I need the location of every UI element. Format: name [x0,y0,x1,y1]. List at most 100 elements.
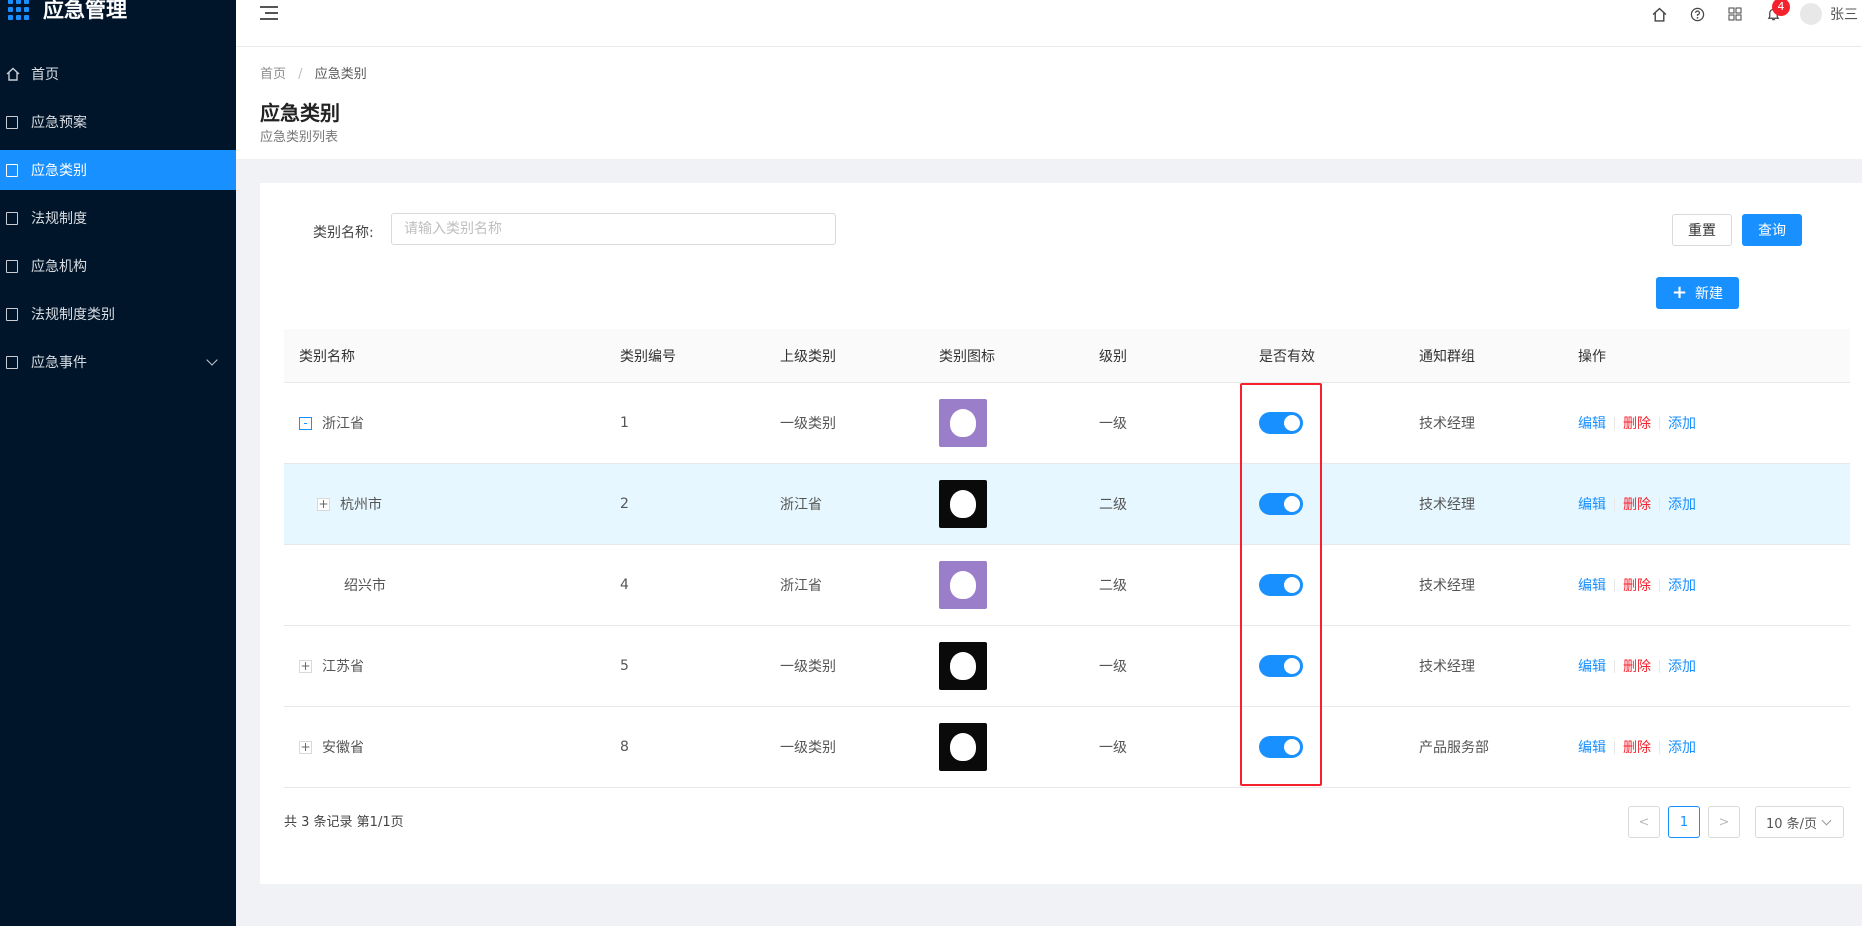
add-link[interactable]: 添加 [1668,575,1696,595]
page-title: 应急类别 [260,101,340,125]
table-row: + 安徽省 8 一级类别 一级 产品服务部 编辑 删除 添加 [284,707,1850,788]
actions-cell: 编辑 删除 添加 [1578,626,1696,706]
user-name: 张三 [1830,7,1858,23]
column-header: 类别编号 [620,348,676,365]
menu-fold-icon[interactable] [260,6,278,22]
sidebar-item-emergency-category[interactable]: 应急类别 [0,150,236,190]
column-header: 是否有效 [1259,348,1315,365]
black-cat-icon [939,723,987,771]
purple-cat-icon [939,561,987,609]
level: 二级 [1099,578,1127,594]
category-code: 8 [620,739,629,755]
page-size-select[interactable]: 10 条/页 [1755,806,1844,838]
table-row: + 杭州市 2 浙江省 二级 技术经理 编辑 删除 添加 [284,464,1850,545]
edit-link[interactable]: 编辑 [1578,413,1606,433]
category-code: 5 [620,658,629,674]
content-card: 类别名称: 重置 查询 + 新建 类别名称 类别编号 上级类别 类别图标 级别 … [260,183,1862,884]
new-button-label: 新建 [1695,286,1724,302]
add-link[interactable]: 添加 [1668,656,1696,676]
breadcrumb-home[interactable]: 首页 [260,67,286,82]
sidebar-item-label: 法规制度类别 [31,307,115,323]
level: 一级 [1099,740,1127,756]
breadcrumb: 首页 / 应急类别 [260,63,367,82]
page-size-value: 10 条/页 [1766,816,1818,832]
icon-cell [939,707,987,787]
avatar [1800,3,1822,25]
apps-grid-icon[interactable] [1716,7,1754,21]
plus-icon: + [1671,282,1688,303]
sidebar-item-label: 应急类别 [31,163,87,179]
parent-category: 浙江省 [780,578,822,594]
expand-icon[interactable]: + [299,740,312,754]
file-icon [6,115,18,129]
icon-cell [939,464,987,544]
sidebar-item-emergency-event[interactable]: 应急事件 [0,342,236,382]
grid-logo-icon [8,0,29,20]
new-button[interactable]: + 新建 [1656,277,1739,309]
prev-page-button[interactable]: < [1628,806,1660,838]
notify-group: 技术经理 [1419,416,1475,432]
category-name: 绍兴市 [344,578,386,594]
edit-link[interactable]: 编辑 [1578,656,1606,676]
collapse-icon[interactable]: - [299,416,312,430]
page-subtitle: 应急类别列表 [260,130,339,145]
home-icon [6,67,20,81]
category-code: 1 [620,415,629,431]
table-row: 绍兴市 4 浙江省 二级 技术经理 编辑 删除 添加 [284,545,1850,626]
actions-cell: 编辑 删除 添加 [1578,545,1696,625]
column-header: 类别名称 [299,348,355,365]
sidebar-item-home[interactable]: 首页 [0,54,236,94]
next-page-button[interactable]: > [1708,806,1740,838]
sidebar-menu: 首页 应急预案 应急类别 法规制度 应急机构 法规制度类别 应急事件 [0,54,236,382]
delete-link[interactable]: 删除 [1623,413,1651,433]
sidebar-item-emergency-plan[interactable]: 应急预案 [0,102,236,142]
expand-icon[interactable]: + [299,659,312,673]
bell-icon[interactable]: 4 [1754,0,1792,22]
actions-cell: 编辑 删除 添加 [1578,464,1696,544]
category-name-input[interactable] [391,213,836,245]
parent-category: 一级类别 [780,659,836,675]
add-link[interactable]: 添加 [1668,494,1696,514]
query-button[interactable]: 查询 [1742,214,1802,246]
expand-icon[interactable]: + [317,497,330,511]
page-header: 首页 / 应急类别 应急类别 应急类别列表 [236,47,1862,159]
edit-link[interactable]: 编辑 [1578,737,1606,757]
delete-link[interactable]: 删除 [1623,737,1651,757]
notify-group: 技术经理 [1419,578,1475,594]
sidebar-item-regulations[interactable]: 法规制度 [0,198,236,238]
category-name: 杭州市 [340,497,382,513]
delete-link[interactable]: 删除 [1623,575,1651,595]
sidebar-item-emergency-org[interactable]: 应急机构 [0,246,236,286]
file-icon [6,259,18,273]
sidebar-item-regulation-category[interactable]: 法规制度类别 [0,294,236,334]
name-cell: + 江苏省 [299,626,364,706]
add-link[interactable]: 添加 [1668,737,1696,757]
header-actions: 4 张三 [1640,0,1862,28]
home-icon[interactable] [1640,7,1678,22]
table-row: - 浙江省 1 一级类别 一级 技术经理 编辑 删除 添加 [284,383,1850,464]
user-menu[interactable]: 张三 [1800,3,1858,25]
notify-group: 技术经理 [1419,497,1475,513]
notify-group: 技术经理 [1419,659,1475,675]
sidebar-item-label: 首页 [31,67,59,83]
breadcrumb-current: 应急类别 [314,67,367,82]
icon-cell [939,383,987,463]
page-1-button[interactable]: 1 [1668,806,1700,838]
delete-link[interactable]: 删除 [1623,494,1651,514]
chevron-down-icon [206,354,218,366]
app-title: 应急管理 [43,0,127,22]
black-cat-icon [939,480,987,528]
sidebar-item-label: 应急事件 [31,355,87,371]
reset-button[interactable]: 重置 [1672,214,1732,246]
level: 一级 [1099,659,1127,675]
category-name: 浙江省 [322,416,364,432]
help-icon[interactable] [1678,7,1716,22]
add-link[interactable]: 添加 [1668,413,1696,433]
edit-link[interactable]: 编辑 [1578,494,1606,514]
name-cell: + 杭州市 [317,464,382,544]
delete-link[interactable]: 删除 [1623,656,1651,676]
notify-group: 产品服务部 [1419,740,1489,756]
edit-link[interactable]: 编辑 [1578,575,1606,595]
file-icon [6,355,18,369]
category-code: 4 [620,577,629,593]
